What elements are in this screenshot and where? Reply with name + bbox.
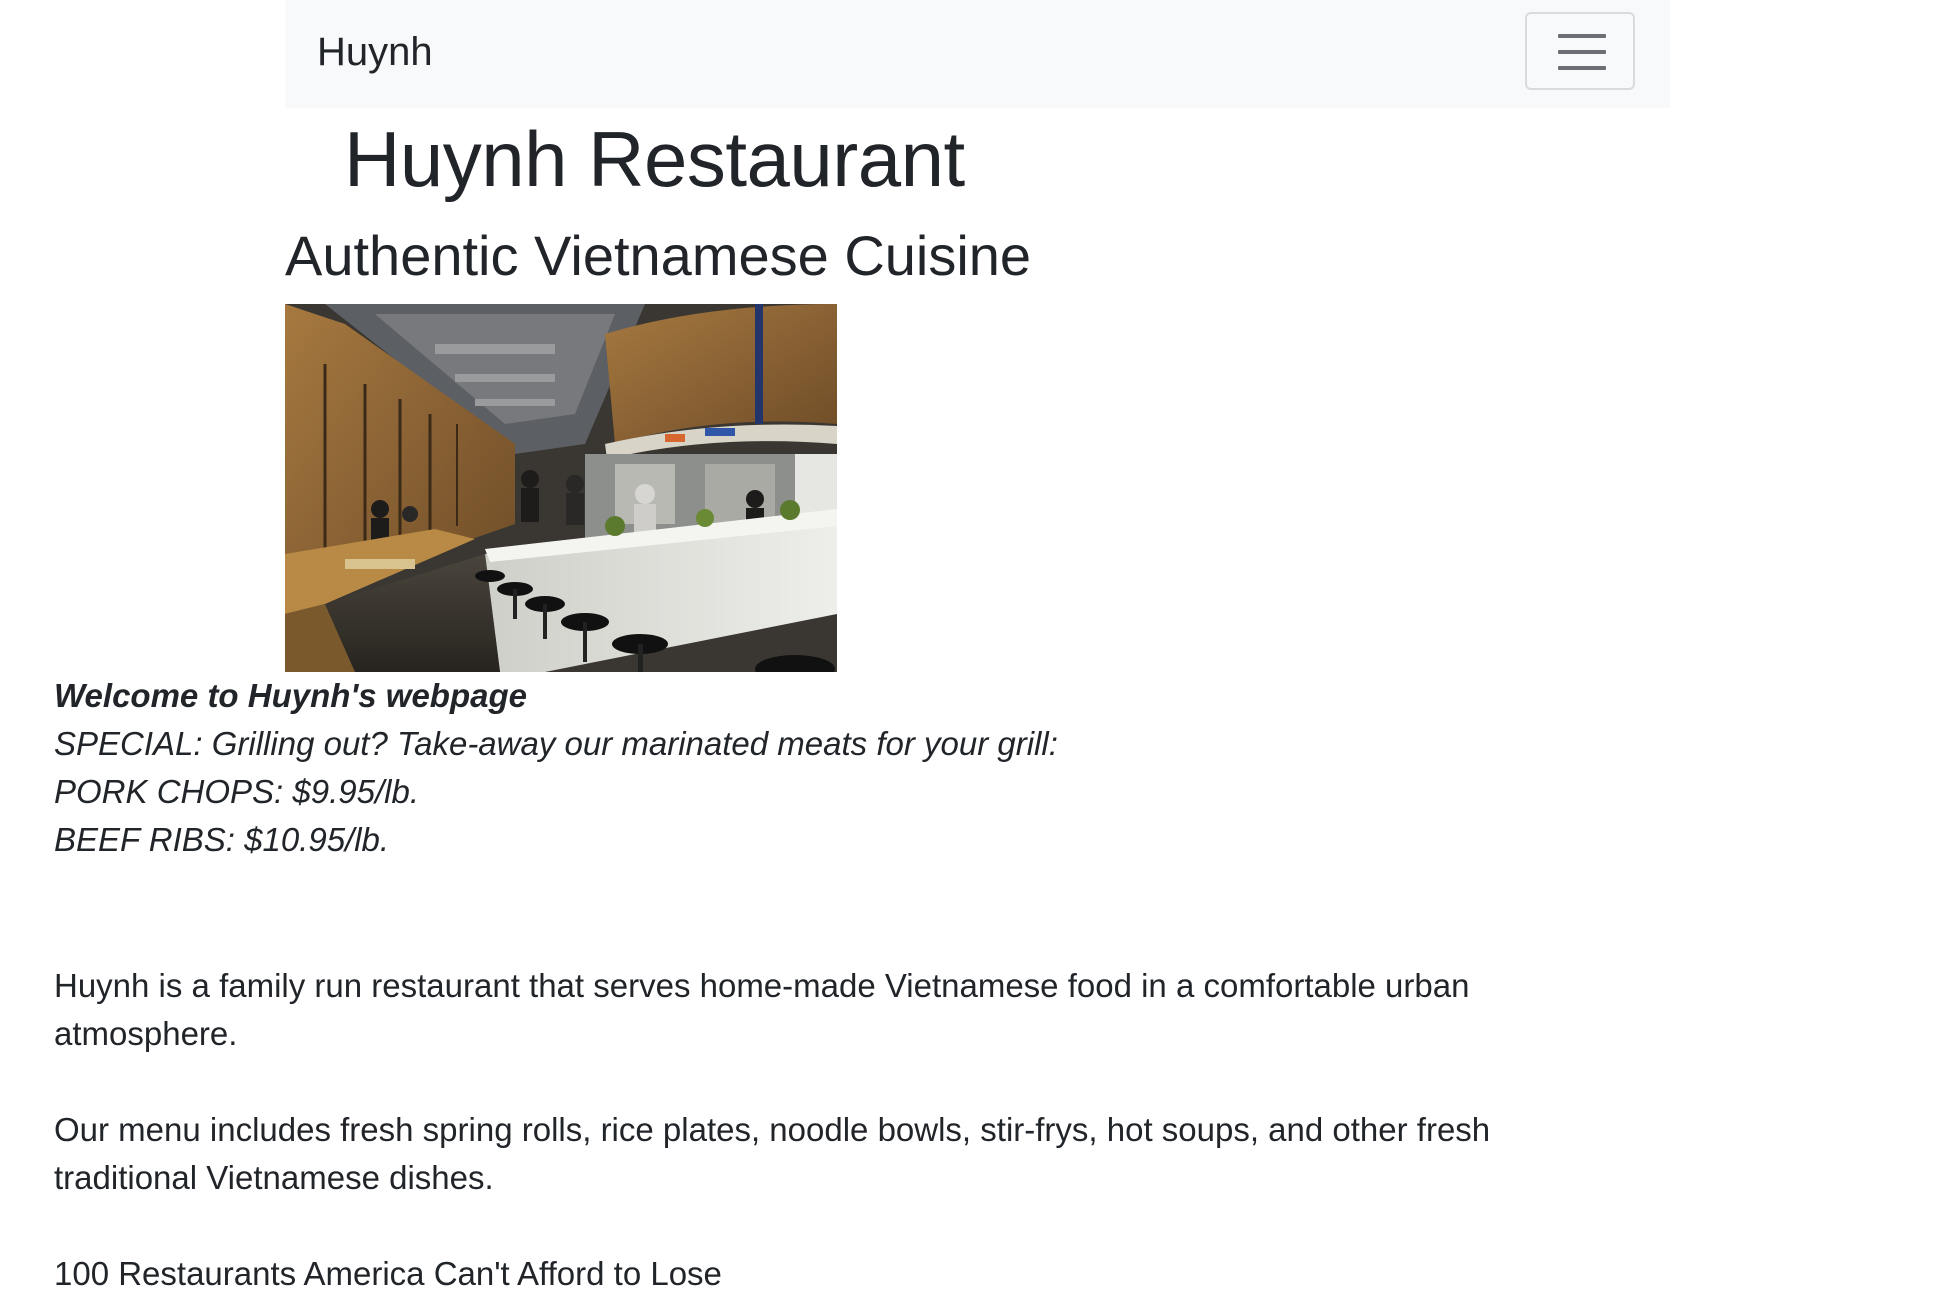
- page: Huynh Huynh Restaurant Authentic Vietnam…: [0, 0, 1954, 1302]
- special-offer: SPECIAL: Grilling out? Take-away our mar…: [54, 720, 1058, 864]
- award-link[interactable]: 100 Restaurants America Can't Afford to …: [54, 1250, 1554, 1298]
- about-paragraph: Huynh is a family run restaurant that se…: [54, 967, 1470, 1052]
- welcome-heading: Welcome to Huynh's webpage: [54, 677, 527, 714]
- special-line: SPECIAL: Grilling out? Take-away our mar…: [54, 725, 1058, 762]
- top-navbar: Huynh: [285, 0, 1670, 108]
- navbar-toggle-button[interactable]: [1525, 12, 1635, 90]
- special-item-beef-ribs: BEEF RIBS: $10.95/lb.: [54, 821, 390, 858]
- page-subtitle: Authentic Vietnamese Cuisine: [285, 224, 1032, 287]
- special-item-pork-chops: PORK CHOPS: $9.95/lb.: [54, 773, 419, 810]
- navbar-brand[interactable]: Huynh: [317, 24, 433, 80]
- restaurant-interior-photo: [285, 304, 837, 672]
- menu-paragraph: Our menu includes fresh spring rolls, ri…: [54, 1111, 1491, 1196]
- page-title: Huynh Restaurant: [344, 115, 965, 203]
